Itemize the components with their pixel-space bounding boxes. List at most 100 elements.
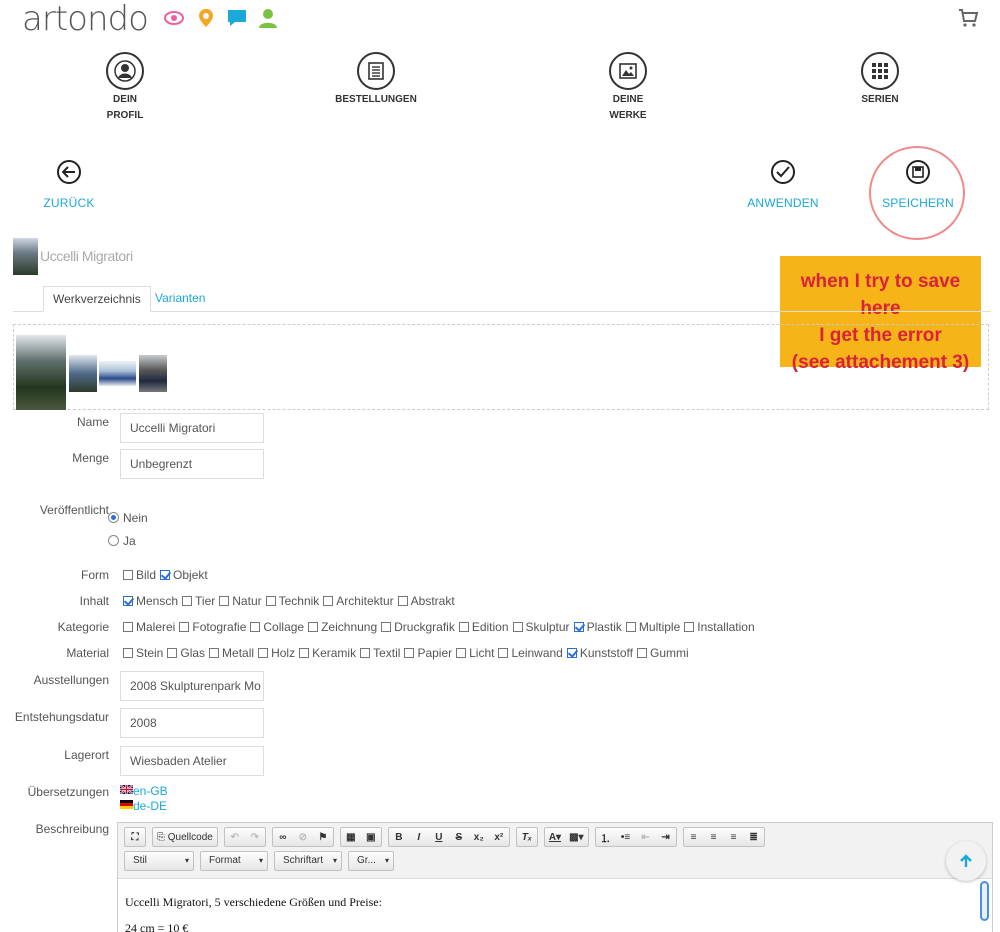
unlink-icon[interactable]: ⊘ xyxy=(293,828,313,846)
image-icon[interactable]: ▣ xyxy=(361,828,381,846)
checkbox-kategorie-4[interactable]: Druckgrafik xyxy=(381,620,455,634)
eye-icon[interactable] xyxy=(164,8,184,28)
name-input[interactable]: Uccelli Migratori xyxy=(120,413,264,443)
scroll-to-top-button[interactable] xyxy=(946,841,986,881)
numbered-list-icon[interactable]: ⒈ xyxy=(596,828,616,846)
align-center-icon[interactable]: ≡ xyxy=(704,828,724,846)
checkbox-inhalt-2[interactable]: Natur xyxy=(219,594,262,608)
checkbox-material-7[interactable]: Licht xyxy=(456,646,494,660)
back-button[interactable]: ZURÜCK xyxy=(29,160,109,210)
checkbox-form-0[interactable]: Bild xyxy=(123,568,156,582)
undo-icon[interactable]: ↶ xyxy=(225,828,245,846)
align-left-icon[interactable]: ≡ xyxy=(684,828,704,846)
remove-format-icon[interactable]: Tₓ xyxy=(517,828,537,846)
checkbox-material-8[interactable]: Leinwand xyxy=(498,646,563,660)
checkbox-material-0[interactable]: Stein xyxy=(123,646,163,660)
checkbox-material-1[interactable]: Glas xyxy=(167,646,205,660)
chat-icon[interactable] xyxy=(227,8,247,28)
outdent-icon[interactable]: ⇤ xyxy=(636,828,656,846)
checkbox-inhalt-0[interactable]: Mensch xyxy=(123,594,178,608)
checkbox-label: Abstrakt xyxy=(410,594,455,608)
checkbox-kategorie-9[interactable]: Installation xyxy=(684,620,755,634)
checkbox-kategorie-2[interactable]: Collage xyxy=(250,620,304,634)
align-right-icon[interactable]: ≡ xyxy=(724,828,744,846)
checkbox-inhalt-1[interactable]: Tier xyxy=(182,594,215,608)
nav-orders[interactable]: BESTELLUNGEN xyxy=(316,52,436,108)
source-button[interactable]: ⎘ Quellcode xyxy=(153,828,217,846)
nav-profile[interactable]: DEIN PROFIL xyxy=(65,52,185,124)
nav-profile-label: DEIN PROFIL xyxy=(106,94,144,121)
artwork-image-3[interactable] xyxy=(99,361,136,386)
nav-works[interactable]: DEINE WERKE xyxy=(568,52,688,124)
beschreibung-label: Beschreibung xyxy=(35,822,109,836)
checkbox-label: Mensch xyxy=(136,594,179,608)
nav-series[interactable]: SERIEN xyxy=(820,52,940,108)
image-upload-area[interactable] xyxy=(13,324,989,410)
lagerort-input[interactable]: Wiesbaden Atelier xyxy=(120,746,264,776)
artwork-image-2[interactable] xyxy=(69,355,97,392)
checkbox-inhalt-4[interactable]: Architektur xyxy=(323,594,394,608)
checkbox-material-2[interactable]: Metall xyxy=(209,646,254,660)
checkbox-kategorie-5[interactable]: Edition xyxy=(458,620,509,634)
location-pin-icon[interactable] xyxy=(196,8,216,28)
user-icon[interactable] xyxy=(258,8,278,28)
checkbox-material-5[interactable]: Textil xyxy=(360,646,400,660)
maximize-icon[interactable]: ⛶ xyxy=(125,828,145,846)
strikethrough-icon[interactable]: S xyxy=(449,828,469,846)
link-icon[interactable]: ∞ xyxy=(273,828,293,846)
anchor-flag-icon[interactable]: ⚑ xyxy=(313,828,333,846)
toolbar-group-lists: ⒈ •≡ ⇤ ⇥ xyxy=(594,827,677,847)
checkbox-inhalt-3[interactable]: Technik xyxy=(265,594,319,608)
cart-icon[interactable] xyxy=(958,8,978,28)
table-icon[interactable]: ▦ xyxy=(341,828,361,846)
checkbox-label: Glas xyxy=(180,646,206,660)
background-color-icon[interactable]: ▩▾ xyxy=(565,828,587,846)
apply-button[interactable]: ANWENDEN xyxy=(743,160,823,210)
checkbox-kategorie-0[interactable]: Malerei xyxy=(123,620,175,634)
checkbox-form-1[interactable]: Objekt xyxy=(160,568,208,582)
bold-icon[interactable]: B xyxy=(389,828,409,846)
checkbox-material-6[interactable]: Papier xyxy=(404,646,452,660)
published-radio-ja[interactable]: Ja xyxy=(108,534,136,548)
published-radio-nein[interactable]: Nein xyxy=(108,511,148,525)
checkbox-kategorie-1[interactable]: Fotografie xyxy=(179,620,246,634)
checkbox-material-3[interactable]: Holz xyxy=(258,646,295,660)
underline-icon[interactable]: U xyxy=(429,828,449,846)
translation-en-gb[interactable]: en-GB xyxy=(120,784,168,798)
artondo-logo[interactable]: artondo xyxy=(22,0,149,38)
font-size-dropdown[interactable]: Gr... xyxy=(348,851,394,871)
text-color-icon[interactable]: A▾ xyxy=(545,828,565,846)
translation-en-gb-label: en-GB xyxy=(133,784,168,798)
checkbox-material-9[interactable]: Kunststoff xyxy=(566,646,633,660)
format-dropdown[interactable]: Format xyxy=(200,851,268,871)
menge-input[interactable]: Unbegrenzt xyxy=(120,449,264,479)
font-dropdown[interactable]: Schriftart xyxy=(274,851,342,871)
redo-icon[interactable]: ↷ xyxy=(245,828,265,846)
tab-werkverzeichnis[interactable]: Werkverzeichnis xyxy=(43,286,151,312)
style-dropdown[interactable]: Stil xyxy=(124,851,194,871)
checkbox-kategorie-7[interactable]: Plastik xyxy=(573,620,622,634)
artwork-image-main[interactable] xyxy=(16,335,66,410)
checkbox-inhalt-5[interactable]: Abstrakt xyxy=(397,594,455,608)
justify-icon[interactable]: ≣ xyxy=(744,828,764,846)
bulleted-list-icon[interactable]: •≡ xyxy=(616,828,636,846)
entstehung-input[interactable]: 2008 xyxy=(120,708,264,738)
toolbar-group-format: B I U S x₂ x² xyxy=(387,827,510,847)
checkbox-material-10[interactable]: Gummi xyxy=(637,646,689,660)
italic-icon[interactable]: I xyxy=(409,828,429,846)
subscript-icon[interactable]: x₂ xyxy=(469,828,489,846)
editor-content[interactable]: Uccelli Migratori, 5 verschiedene Größen… xyxy=(118,878,992,932)
superscript-icon[interactable]: x² xyxy=(489,828,509,846)
checkbox-material-4[interactable]: Keramik xyxy=(299,646,356,660)
editor-scrollbar[interactable] xyxy=(980,881,989,921)
artwork-image-4[interactable] xyxy=(139,355,167,392)
save-button[interactable]: SPEICHERN xyxy=(874,160,962,210)
rich-text-editor[interactable]: ⛶ ⎘ Quellcode ↶ ↷ ∞ ⊘ ⚑ ▦ ▣ B I U S x₂ x² Tₓ… xyxy=(117,822,993,932)
indent-icon[interactable]: ⇥ xyxy=(656,828,676,846)
ausstellungen-input[interactable]: 2008 Skulpturenpark Mo xyxy=(120,671,264,701)
checkbox-kategorie-8[interactable]: Multiple xyxy=(625,620,680,634)
checkbox-kategorie-3[interactable]: Zeichnung xyxy=(308,620,377,634)
checkbox-kategorie-6[interactable]: Skulptur xyxy=(512,620,570,634)
translation-de-de[interactable]: de-DE xyxy=(120,799,167,813)
tab-varianten[interactable]: Varianten xyxy=(146,286,214,312)
